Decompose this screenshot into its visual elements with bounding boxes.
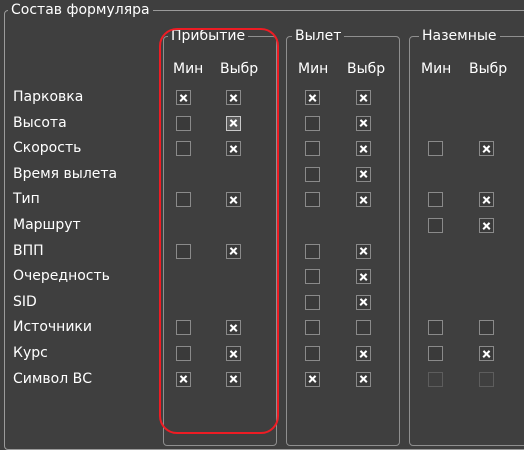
departure-min-checkbox[interactable] — [305, 192, 320, 208]
departure-min-checkbox[interactable] — [305, 115, 320, 131]
arrival-min-checkbox[interactable] — [176, 192, 191, 208]
arrival-select-header: Выбр — [220, 61, 259, 77]
ground-min-header: Мин — [421, 61, 452, 77]
ground-min-checkbox[interactable] — [428, 346, 443, 361]
arrival-min-checkbox[interactable] — [176, 90, 191, 105]
arrival-min-checkbox[interactable] — [176, 346, 191, 361]
row-label: Источники — [13, 319, 92, 336]
departure-min-checkbox[interactable] — [305, 243, 320, 259]
row-label: Очередность — [13, 268, 110, 285]
departure-select-checkbox[interactable] — [356, 141, 371, 157]
arrival-min-checkbox[interactable] — [176, 141, 191, 157]
ground-select-checkbox[interactable] — [479, 320, 494, 336]
ground-min-checkbox[interactable] — [428, 218, 443, 233]
ground-group — [409, 36, 524, 446]
arrival-group-title: Прибытие — [168, 28, 249, 44]
form-composition-title: Состав формуляра — [8, 2, 153, 18]
ground-select-checkbox[interactable] — [479, 346, 494, 361]
departure-select-checkbox[interactable] — [356, 90, 371, 105]
ground-min-checkbox — [428, 371, 443, 387]
arrival-select-checkbox[interactable] — [226, 243, 241, 259]
departure-min-checkbox[interactable] — [305, 269, 320, 285]
departure-select-checkbox[interactable] — [356, 166, 371, 182]
departure-select-checkbox[interactable] — [356, 320, 371, 336]
arrival-select-checkbox[interactable] — [226, 320, 241, 336]
departure-min-checkbox[interactable] — [305, 346, 320, 361]
ground-select-checkbox — [479, 371, 494, 387]
departure-select-checkbox[interactable] — [356, 115, 371, 131]
departure-min-checkbox[interactable] — [305, 294, 320, 310]
arrival-select-checkbox[interactable] — [226, 346, 241, 361]
arrival-select-checkbox[interactable] — [226, 141, 241, 157]
row-label: Высота — [13, 114, 67, 131]
departure-select-checkbox[interactable] — [356, 192, 371, 208]
arrival-min-checkbox[interactable] — [176, 320, 191, 336]
departure-min-checkbox[interactable] — [305, 90, 320, 105]
ground-select-checkbox[interactable] — [479, 141, 494, 157]
departure-min-checkbox[interactable] — [305, 141, 320, 157]
departure-select-checkbox[interactable] — [356, 371, 371, 387]
departure-min-header: Мин — [298, 61, 329, 77]
departure-select-checkbox[interactable] — [356, 269, 371, 285]
ground-min-checkbox[interactable] — [428, 192, 443, 208]
departure-select-checkbox[interactable] — [356, 346, 371, 361]
departure-select-checkbox[interactable] — [356, 243, 371, 259]
ground-group-title: Наземные — [419, 28, 500, 44]
row-label: SID — [13, 293, 37, 310]
row-label: Курс — [13, 345, 48, 361]
arrival-select-checkbox[interactable] — [226, 192, 241, 208]
departure-min-checkbox[interactable] — [305, 166, 320, 182]
arrival-min-checkbox[interactable] — [176, 115, 191, 131]
departure-group — [286, 36, 400, 446]
row-label: Символ ВС — [13, 370, 93, 387]
departure-group-title: Вылет — [292, 28, 345, 44]
row-label: Тип — [13, 191, 40, 208]
departure-min-checkbox[interactable] — [305, 371, 320, 387]
departure-min-checkbox[interactable] — [305, 320, 320, 336]
row-label: ВПП — [13, 242, 44, 259]
arrival-select-checkbox[interactable] — [226, 90, 241, 105]
row-label: Время вылета — [13, 165, 118, 182]
arrival-select-checkbox[interactable] — [226, 371, 241, 387]
arrival-select-checkbox[interactable] — [226, 115, 241, 131]
arrival-min-checkbox[interactable] — [176, 371, 191, 387]
departure-select-checkbox[interactable] — [356, 294, 371, 310]
ground-select-checkbox[interactable] — [479, 192, 494, 208]
arrival-min-header: Мин — [173, 61, 204, 77]
ground-min-checkbox[interactable] — [428, 141, 443, 157]
row-label: Парковка — [13, 89, 84, 105]
ground-select-header: Выбр — [469, 61, 508, 77]
departure-select-header: Выбр — [347, 61, 386, 77]
row-label: Скорость — [13, 140, 82, 157]
ground-select-checkbox[interactable] — [479, 218, 494, 233]
ground-min-checkbox[interactable] — [428, 320, 443, 336]
arrival-min-checkbox[interactable] — [176, 243, 191, 259]
row-label: Маршрут — [13, 217, 81, 233]
